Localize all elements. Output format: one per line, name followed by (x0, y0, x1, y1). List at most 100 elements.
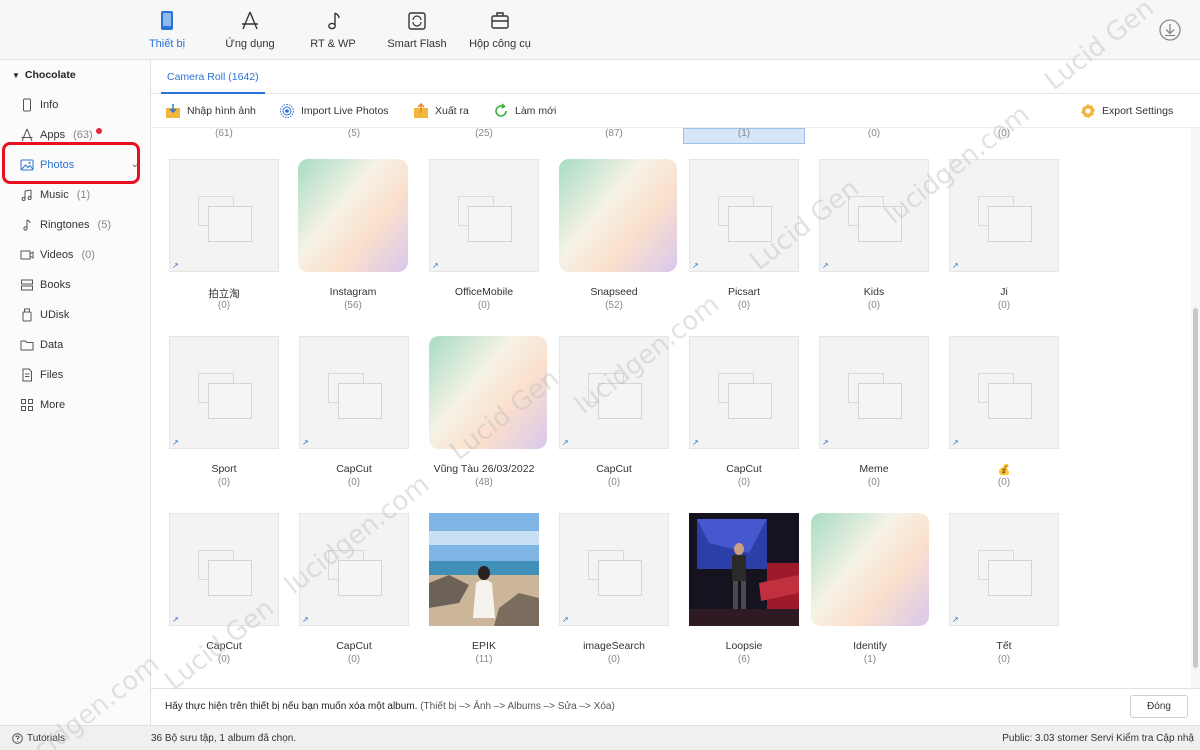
tab-device[interactable]: Thiết bị (127, 10, 207, 50)
album-name: OfficeMobile (454, 286, 514, 298)
album-name: Vũng Tàu 26/03/2022 (433, 463, 535, 475)
beach-photo-thumb (429, 513, 539, 626)
export-label: Xuất ra (435, 105, 469, 117)
tab-toolbox[interactable]: Hộp công cụ (460, 10, 540, 50)
sidebar-item-count: (1) (76, 189, 91, 201)
sidebar-item-label: Ringtones (40, 219, 90, 231)
sidebar-item-videos[interactable]: Videos (0) (0, 240, 151, 270)
album-count: (0) (867, 300, 881, 311)
album-placeholder-thumb: ↗ (949, 159, 1059, 272)
sidebar-item-ringtones[interactable]: Ringtones (5) (0, 210, 151, 240)
tab-ringtones-wallpapers[interactable]: RT & WP (293, 10, 373, 50)
sidebar-item-label: Books (40, 279, 71, 291)
album-name: CapCut (596, 463, 632, 475)
vertical-scrollbar[interactable] (1191, 128, 1200, 688)
album-name: Picsart (727, 286, 761, 298)
album-count: (0) (867, 477, 881, 488)
album-name: CapCut (336, 640, 372, 652)
album-count: (0) (997, 300, 1011, 311)
album-name: Tết (996, 640, 1012, 652)
file-icon (22, 368, 32, 382)
phone-icon (23, 98, 31, 112)
sidebar-item-books[interactable]: Books (0, 270, 151, 300)
version-status[interactable]: Public: 3.03 stomer Servi Kiểm tra Cập n… (1002, 733, 1194, 744)
shortcut-arrow-icon: ↗ (952, 615, 959, 624)
shortcut-arrow-icon: ↗ (822, 261, 829, 270)
album-name: Meme (859, 463, 889, 475)
album-grid: (61) (5) (25) (87) (1) (0) (0) ↗ 拍立淘 (0)… (151, 128, 1191, 688)
album-placeholder-thumb: ↗ (819, 336, 929, 449)
album-name: CapCut (726, 463, 762, 475)
album-count: (48) (475, 477, 493, 488)
album-count: (0) (347, 654, 361, 665)
grid-icon (21, 399, 33, 411)
status-bar: Tutorials 36 Bộ sưu tập, 1 album đã chọn… (0, 725, 1200, 750)
tab-apps[interactable]: Ứng dụng (210, 10, 290, 50)
import-live-photos-button[interactable]: Import Live Photos (279, 103, 389, 119)
album-name: Instagram (329, 286, 377, 298)
album-gradient-thumb (559, 159, 677, 272)
album-count-partial: (0) (867, 128, 881, 139)
gear-icon (1081, 104, 1095, 118)
sidebar-item-count: (0) (81, 249, 95, 261)
album-count-partial: (1) (737, 128, 751, 139)
album-placeholder-thumb: ↗ (169, 336, 279, 449)
tutorials-label: Tutorials (27, 733, 65, 744)
album-count-partial: (25) (475, 128, 493, 139)
notice-path: (Thiết bị –> Ảnh –> Albums –> Sửa –> Xóa… (420, 701, 615, 712)
album-count-partial: (61) (215, 128, 233, 139)
sidebar-item-label: Data (40, 339, 64, 351)
album-name: Sport (211, 463, 237, 475)
album-placeholder-thumb: ↗ (949, 336, 1059, 449)
sidebar-item-music[interactable]: Music (1) (0, 180, 151, 210)
shortcut-arrow-icon: ↗ (172, 615, 179, 624)
action-toolbar: Nhập hình ảnh Import Live Photos Xuất ra… (151, 94, 1200, 128)
export-button[interactable]: Xuất ra (413, 103, 469, 119)
tab-smart-flash[interactable]: Smart Flash (377, 10, 457, 50)
scrollbar-thumb[interactable] (1193, 308, 1198, 668)
sidebar-item-label: Apps (40, 129, 66, 141)
music-note-icon (328, 12, 340, 30)
album-placeholder-thumb: ↗ (689, 159, 799, 272)
shortcut-arrow-icon: ↗ (952, 438, 959, 447)
stage-photo-thumb (689, 513, 799, 626)
import-icon (166, 104, 180, 118)
album-count: (0) (217, 300, 231, 311)
album-placeholder-thumb: ↗ (429, 159, 539, 272)
album-name: EPIK (472, 640, 496, 652)
top-toolbar: Thiết bị Ứng dụng RT & WP Smart Flash Hộ… (0, 0, 1200, 60)
notification-badge (96, 128, 102, 134)
import-live-photos-label: Import Live Photos (301, 105, 389, 117)
sidebar-item-files[interactable]: Files (0, 360, 151, 390)
device-selector[interactable]: ▼ Chocolate (12, 69, 76, 81)
import-photos-button[interactable]: Nhập hình ảnh (165, 103, 256, 119)
shortcut-arrow-icon: ↗ (172, 438, 179, 447)
album-gradient-thumb (298, 159, 408, 272)
video-icon (20, 250, 34, 260)
album-placeholder-thumb: ↗ (689, 336, 799, 449)
export-settings-button[interactable]: Export Settings (1080, 103, 1173, 119)
sidebar-item-label: Videos (40, 249, 74, 261)
download-button[interactable] (1158, 18, 1182, 45)
close-button[interactable]: Đóng (1130, 695, 1188, 718)
album-count: (0) (217, 654, 231, 665)
album-gradient-thumb (811, 513, 929, 626)
shortcut-arrow-icon: ↗ (172, 261, 179, 270)
tab-camera-roll[interactable]: Camera Roll (1642) (161, 60, 265, 94)
phone-icon (161, 11, 173, 30)
album-count: (0) (607, 477, 621, 488)
sidebar-item-udisk[interactable]: UDisk (0, 300, 151, 330)
sidebar-item-more[interactable]: More (0, 390, 151, 420)
tutorials-link[interactable]: Tutorials (12, 733, 65, 744)
notice-bar: Hãy thực hiện trên thiết bị nếu bạn muốn… (151, 688, 1200, 725)
album-placeholder-thumb: ↗ (169, 159, 279, 272)
shortcut-arrow-icon: ↗ (562, 615, 569, 624)
sidebar-item-info[interactable]: Info (0, 90, 151, 120)
books-icon (21, 279, 33, 291)
refresh-button[interactable]: Làm mới (493, 103, 556, 119)
album-count: (6) (737, 654, 751, 665)
sidebar-item-data[interactable]: Data (0, 330, 151, 360)
album-name: CapCut (336, 463, 372, 475)
album-placeholder-thumb: ↗ (299, 513, 409, 626)
tab-smart-flash-label: Smart Flash (387, 38, 447, 50)
